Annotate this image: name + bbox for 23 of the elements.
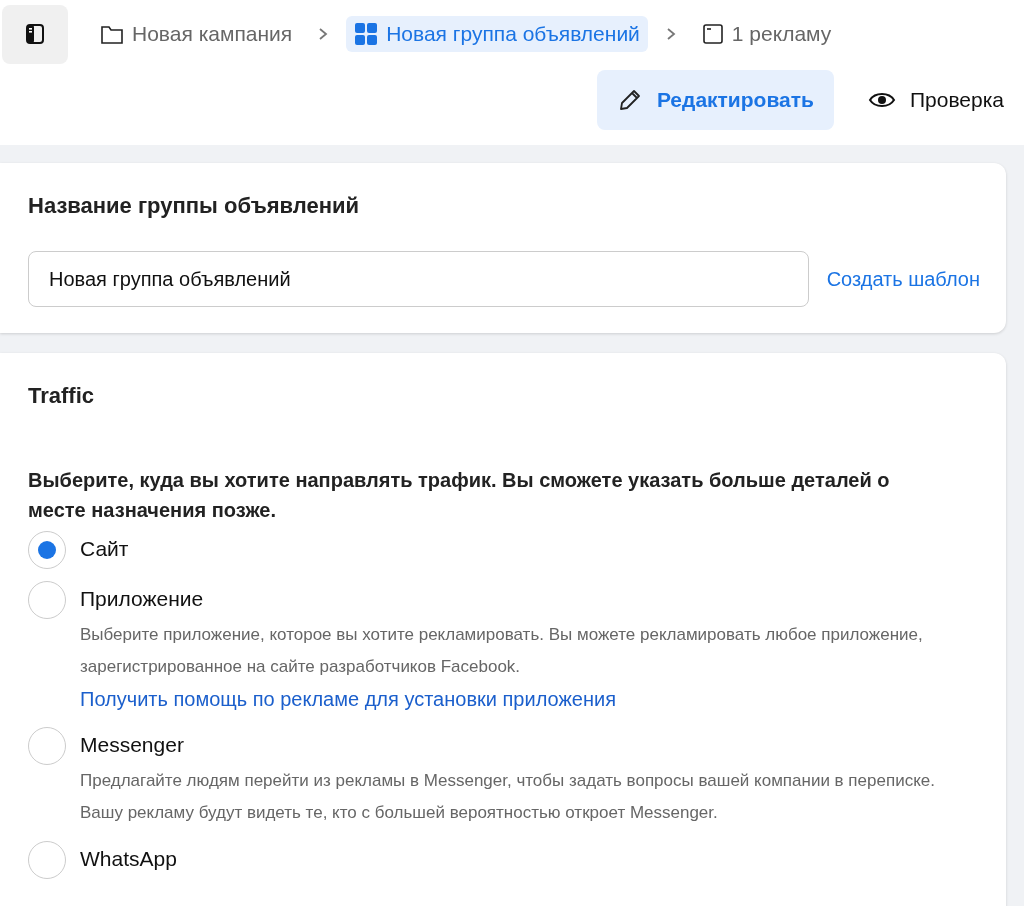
breadcrumb-item[interactable]: 1 рекламу (693, 16, 840, 52)
mode-tab[interactable]: Редактировать (596, 70, 834, 130)
name-input-field[interactable]: Новая группа объявлений (28, 251, 809, 307)
help-link[interactable]: Получить помощь по рекламе для установки приложения (80, 683, 616, 715)
question-text: Выберите, куда вы хотите направлять трафик. Вы сможете указать больше деталей о месте назначения позже. (28, 468, 891, 523)
option-label: Сайт (80, 537, 129, 560)
section-title: Traffic (28, 383, 96, 409)
option-label: Messenger (80, 733, 184, 756)
create-template-link[interactable]: Создать шаблон (826, 267, 980, 291)
option-label: Приложение (80, 587, 204, 610)
breadcrumb-item[interactable]: Новая кампания (92, 16, 301, 52)
option-label: WhatsApp (80, 847, 177, 870)
mode-tab[interactable]: Проверка (847, 70, 1024, 130)
option-description: Предлагайте людям перейти из рекламы в Messenger, чтобы задать вопросы вашей компании в переписке. Вашу рекламу будут видеть те, кто с большей вероятностью откроет Messenger. (80, 770, 936, 824)
breadcrumb-item[interactable]: Новая группа объявлений (346, 16, 648, 52)
window-icon (701, 23, 724, 45)
grid-icon (354, 22, 379, 46)
section-title: Название группы объявлений (28, 193, 361, 219)
sidebar-toggle-button[interactable] (2, 4, 68, 64)
folder-icon (100, 23, 124, 45)
sidebar-icon (24, 23, 46, 45)
eye-icon (867, 90, 896, 110)
option-description: Выберите приложение, которое вы хотите рекламировать. Вы можете рекламировать любое приложение, зарегистрированное на сайте разработчиков Facebook. (80, 624, 924, 678)
